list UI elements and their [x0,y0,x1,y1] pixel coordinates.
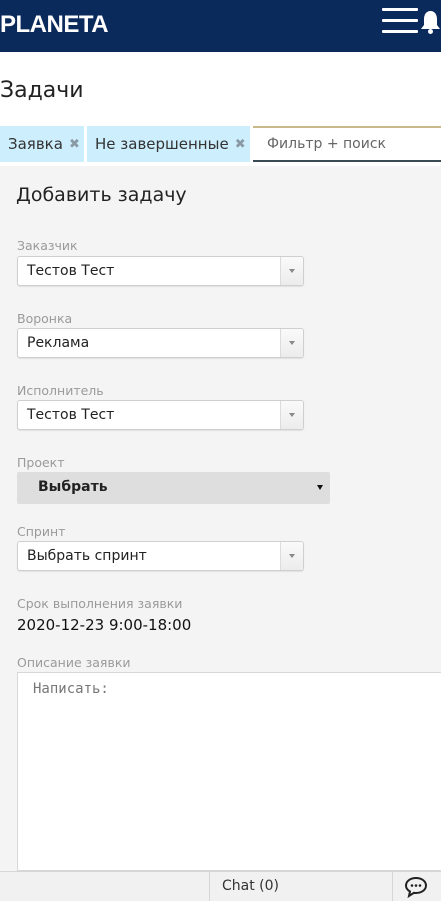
sprint-value: Выбрать спринт [27,548,147,564]
filter-search-input[interactable] [253,126,441,162]
customer-select[interactable]: Тестов Тест [17,256,304,286]
top-navbar: PLANETA [0,0,441,52]
dropdown-box [280,542,303,570]
dropdown-box [280,329,303,357]
chevron-down-icon [289,554,295,558]
filter-chip-incomplete: Не завершенные ✖ [87,126,250,162]
filter-chip-label: Не завершенные [95,135,229,153]
divider [209,872,210,901]
panel-title: Добавить задачу [16,184,187,206]
bell-icon[interactable] [420,9,441,35]
chevron-down-icon [289,341,295,345]
remove-filter-icon[interactable]: ✖ [69,137,80,152]
filter-chip-request: Заявка ✖ [0,126,84,162]
sprint-label: Спринт [17,524,66,539]
chat-label[interactable]: Chat (0) [222,878,279,894]
funnel-label: Воронка [17,311,73,326]
page-title: Задачи [0,78,84,103]
sprint-select[interactable]: Выбрать спринт [17,541,304,571]
chat-bar[interactable]: Chat (0) [0,871,441,901]
deadline-value: 2020-12-23 9:00-18:00 [17,616,192,634]
funnel-value: Реклама [27,335,90,351]
chevron-down-icon [289,269,295,273]
assignee-label: Исполнитель [17,383,104,398]
dropdown-box [280,257,303,285]
chevron-down-icon [289,413,295,417]
funnel-select[interactable]: Реклама [17,328,304,358]
chat-bubble-icon[interactable] [404,876,428,899]
filter-bar: Заявка ✖ Не завершенные ✖ [0,126,441,162]
description-textarea[interactable] [17,672,441,871]
filter-chip-label: Заявка [8,135,63,153]
customer-label: Заказчик [17,238,78,253]
brand-logo[interactable]: PLANETA [0,11,109,39]
add-task-panel: Добавить задачу Заказчик Тестов Тест Вор… [0,166,441,871]
project-label: Проект [17,455,65,470]
project-value: Выбрать [38,479,108,495]
dropdown-box [280,401,303,429]
menu-icon[interactable] [382,8,420,36]
project-select[interactable]: Выбрать [17,472,330,504]
description-label: Описание заявки [17,655,131,670]
remove-filter-icon[interactable]: ✖ [235,137,246,152]
caret-down-icon [317,485,323,490]
assignee-value: Тестов Тест [27,407,115,423]
customer-value: Тестов Тест [27,263,115,279]
assignee-select[interactable]: Тестов Тест [17,400,304,430]
divider [392,872,393,901]
deadline-label: Срок выполнения заявки [17,596,183,611]
